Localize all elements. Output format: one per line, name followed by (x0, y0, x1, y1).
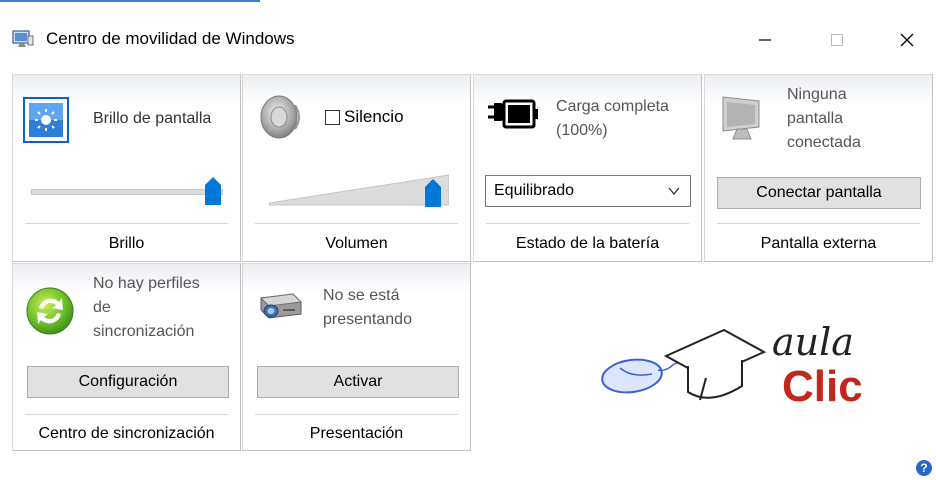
close-icon (900, 33, 914, 47)
brightness-status: Brillo de pantalla (93, 110, 212, 127)
brightness-slider-track (31, 189, 223, 195)
brightness-icon (29, 103, 63, 137)
brightness-caption: Brillo (108, 235, 145, 252)
brightness-slider[interactable] (31, 175, 223, 209)
mute-checkbox[interactable] (325, 110, 340, 125)
monitor-icon[interactable] (719, 93, 769, 143)
sync-icon[interactable] (25, 286, 75, 336)
maximize-icon (831, 34, 843, 46)
tile-divider (25, 414, 228, 415)
mouse-graduation-cap-icon (601, 328, 767, 401)
tile-divider (717, 223, 920, 224)
power-plan-value: Equilibrado (494, 182, 575, 199)
display-status-line3: conectada (787, 134, 861, 151)
power-plan-dropdown[interactable]: Equilibrado (485, 175, 691, 207)
sync-status-line2: de (93, 299, 111, 316)
sync-settings-button[interactable]: Configuración (27, 366, 229, 398)
tile-divider (255, 414, 458, 415)
window-title: Centro de movilidad de Windows (46, 29, 295, 48)
tile-divider (25, 223, 228, 224)
battery-status-line2: (100%) (556, 122, 608, 139)
tile-divider (255, 223, 458, 224)
battery-status-line1: Carga completa (556, 98, 669, 115)
brightness-button[interactable] (23, 97, 69, 143)
minimize-icon (759, 39, 771, 41)
minimize-button[interactable] (742, 18, 788, 62)
volume-slider[interactable] (269, 171, 449, 209)
battery-tile: Carga completa (100%) Equilibrado Estado… (473, 74, 702, 262)
close-button[interactable] (884, 18, 930, 62)
external-display-tile: Ninguna pantalla conectada Conectar pant… (704, 74, 933, 262)
volume-caption: Volumen (325, 235, 388, 252)
external-display-caption: Pantalla externa (760, 235, 877, 252)
activate-presentation-button[interactable]: Activar (257, 366, 459, 398)
projector-icon[interactable] (255, 290, 305, 324)
mute-label[interactable]: Silencio (344, 107, 404, 127)
speaker-icon[interactable] (257, 91, 305, 141)
sync-tile: No hay perfiles de sincronización Config… (12, 263, 241, 451)
display-status-line2: pantalla (787, 110, 844, 127)
battery-caption: Estado de la batería (515, 235, 660, 252)
volume-slider-thumb[interactable] (425, 179, 441, 207)
help-icon[interactable]: ? (916, 460, 932, 476)
logo-word-clic: Clic (782, 362, 863, 411)
brightness-slider-thumb[interactable] (205, 177, 221, 205)
top-accent-line (0, 0, 260, 2)
mobility-center-icon (12, 30, 34, 47)
connect-display-button[interactable]: Conectar pantalla (717, 177, 921, 209)
sync-status-line1: No hay perfiles (93, 275, 200, 292)
logo-word-aula: aula (772, 320, 854, 364)
title-bar: Centro de movilidad de Windows (0, 18, 936, 62)
display-status-line1: Ninguna (787, 86, 847, 103)
brightness-tile: Brillo de pantalla Brillo (12, 74, 241, 262)
aulaclic-logo: aula Clic (596, 320, 886, 420)
presentation-caption: Presentación (309, 425, 404, 442)
battery-icon[interactable] (486, 97, 540, 133)
presentation-status-line1: No se está (323, 287, 400, 304)
sync-status-line3: sincronización (93, 323, 195, 340)
tile-divider (486, 223, 689, 224)
maximize-button[interactable] (814, 18, 860, 62)
sync-caption: Centro de sincronización (38, 425, 215, 442)
volume-tile: Silencio Volumen (242, 74, 471, 262)
presentation-tile: No se está presentando Activar Presentac… (242, 263, 471, 451)
chevron-down-icon (668, 187, 680, 196)
volume-slider-ramp (269, 174, 449, 206)
presentation-status-line2: presentando (323, 311, 412, 328)
